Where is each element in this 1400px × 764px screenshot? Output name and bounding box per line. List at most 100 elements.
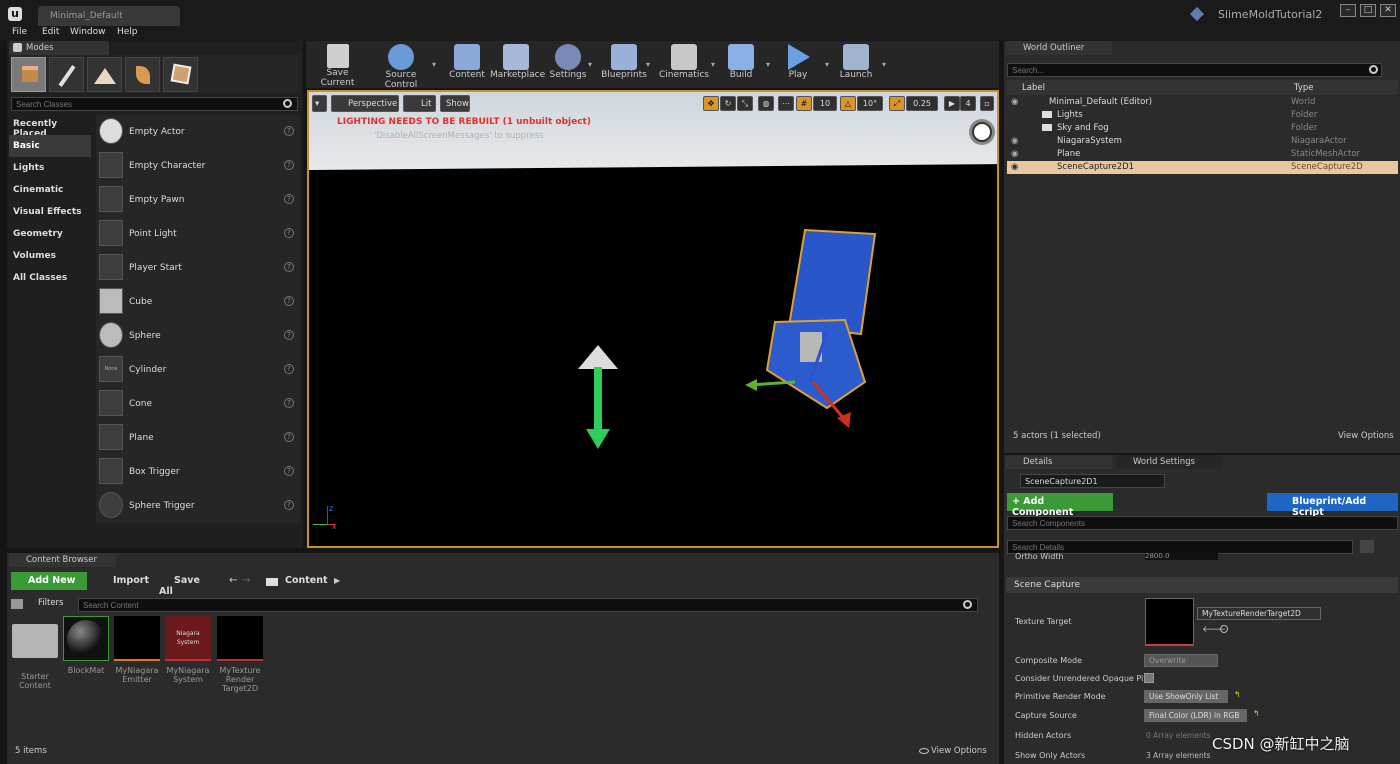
unreal-logo-icon[interactable]: u <box>8 7 22 21</box>
search-content-input[interactable] <box>78 598 978 612</box>
add-new-button[interactable]: Add New <box>11 572 87 590</box>
actor-cylinder[interactable]: None Cylinder? <box>96 353 300 387</box>
tab-world-settings[interactable]: World Settings <box>1116 455 1222 469</box>
category-basic[interactable]: Basic <box>9 135 91 157</box>
category-lights[interactable]: Lights <box>9 157 91 179</box>
save-all-button[interactable]: Save All <box>157 572 219 597</box>
eye-icon[interactable]: ◉ <box>1011 149 1018 159</box>
outliner-search-input[interactable] <box>1007 63 1382 77</box>
actor-empty-character[interactable]: Empty Character? <box>96 149 300 183</box>
actor-cube[interactable]: Cube? <box>96 285 300 319</box>
eye-icon[interactable]: ◉ <box>1011 162 1018 172</box>
category-all-classes[interactable]: All Classes <box>9 267 91 289</box>
help-icon[interactable]: ? <box>284 466 294 476</box>
help-icon[interactable]: ? <box>284 194 294 204</box>
filters-button[interactable]: Filters <box>32 598 74 608</box>
capture-source-dropdown[interactable]: Final Color (LDR) in RGB <box>1144 709 1247 722</box>
place-mode-button[interactable] <box>11 57 46 92</box>
help-icon[interactable]: ? <box>284 432 294 442</box>
content-view-options[interactable]: View Options <box>919 746 987 756</box>
menu-file[interactable]: File <box>12 27 27 37</box>
maximize-button[interactable]: □ <box>1360 4 1376 17</box>
actor-sphere-trigger[interactable]: Sphere Trigger? <box>96 489 300 523</box>
world-space-icon[interactable]: ◍ <box>758 96 774 111</box>
help-icon[interactable]: ? <box>284 364 294 374</box>
ortho-width-value[interactable]: 2800.0 <box>1145 552 1218 560</box>
magnifier-icon[interactable] <box>1220 625 1228 633</box>
composite-mode-dropdown[interactable]: Overwrite <box>1144 654 1218 667</box>
section-scene-capture[interactable]: Scene Capture <box>1006 577 1398 593</box>
actor-plane[interactable]: Plane? <box>96 421 300 455</box>
camera-speed-value[interactable]: 4 <box>960 96 976 111</box>
reset-arrow-icon[interactable]: ↰ <box>1253 709 1260 718</box>
actor-empty-actor[interactable]: Empty Actor? <box>96 115 300 149</box>
paint-mode-button[interactable] <box>49 57 84 92</box>
search-components-input[interactable] <box>1007 516 1398 530</box>
column-type[interactable]: Type <box>1294 83 1314 93</box>
actor-empty-pawn[interactable]: Empty Pawn? <box>96 183 300 217</box>
add-component-button[interactable]: + Add Component <box>1007 493 1113 518</box>
build-button[interactable]: Build <box>724 42 758 86</box>
category-cinematic[interactable]: Cinematic <box>9 179 91 201</box>
actor-name-field[interactable]: SceneCapture2D1 <box>1020 474 1165 488</box>
angle-snap-value[interactable]: 10° <box>857 96 883 111</box>
blueprints-dropdown[interactable]: ▾ <box>646 60 650 69</box>
tab-content-browser[interactable]: Content Browser <box>9 553 116 567</box>
asset-starter-content[interactable]: Starter Content <box>12 616 58 690</box>
menu-edit[interactable]: Edit <box>42 27 59 37</box>
actor-sphere[interactable]: Sphere? <box>96 319 300 353</box>
outliner-row[interactable]: ◉ NiagaraSystem NiagaraActor <box>1007 135 1398 148</box>
cinematics-button[interactable]: Cinematics <box>659 42 709 86</box>
outliner-row[interactable]: ◉ Plane StaticMeshActor <box>1007 148 1398 161</box>
translate-tool-icon[interactable]: ✥ <box>703 96 719 111</box>
help-icon[interactable]: ? <box>284 330 294 340</box>
play-button[interactable]: Play <box>780 42 816 86</box>
tab-modes[interactable]: Modes <box>9 41 109 55</box>
actor-player-start[interactable]: Player Start? <box>96 251 300 285</box>
grid-view-icon[interactable] <box>1360 540 1374 553</box>
build-dropdown[interactable]: ▾ <box>766 60 770 69</box>
grid-snap-icon[interactable]: # <box>796 96 812 111</box>
blueprint-add-script-button[interactable]: Blueprint/Add Script <box>1267 493 1398 518</box>
perspective-button[interactable]: Perspective <box>331 95 399 112</box>
help-icon[interactable]: ? <box>284 500 294 510</box>
outliner-row[interactable]: ◉ Minimal_Default (Editor) World <box>1007 96 1398 109</box>
column-label[interactable]: Label <box>1022 83 1045 93</box>
scale-snap-icon[interactable]: ⤢ <box>889 96 905 111</box>
tab-details[interactable]: Details <box>1006 455 1112 469</box>
marketplace-button[interactable]: Marketplace <box>490 42 545 86</box>
source-control-button[interactable]: Source Control <box>368 42 434 90</box>
camera-speed-icon[interactable]: ▶ <box>944 96 960 111</box>
asset-mytexture-render-target[interactable]: MyTexture Render Target2D <box>217 616 263 693</box>
close-button[interactable]: ✕ <box>1380 4 1396 17</box>
tab-world-outliner[interactable]: World Outliner <box>1006 41 1112 55</box>
consider-unrendered-checkbox[interactable] <box>1144 673 1154 683</box>
source-control-dropdown[interactable]: ▾ <box>432 60 436 69</box>
blueprints-button[interactable]: Blueprints <box>601 42 647 86</box>
help-icon[interactable]: ? <box>284 398 294 408</box>
import-button[interactable]: Import <box>96 572 149 590</box>
grid-size-value[interactable]: 10 <box>813 96 837 111</box>
asset-blockmat[interactable]: BlockMat <box>63 616 109 675</box>
texture-target-thumbnail[interactable] <box>1145 598 1194 646</box>
launch-dropdown[interactable]: ▾ <box>882 60 886 69</box>
category-recently-placed[interactable]: Recently Placed <box>9 113 91 139</box>
actor-cone[interactable]: Cone? <box>96 387 300 421</box>
breadcrumb-content[interactable]: Content <box>285 575 328 586</box>
actor-box-trigger[interactable]: Box Trigger? <box>96 455 300 489</box>
help-icon[interactable]: ? <box>284 262 294 272</box>
outliner-row[interactable]: Lights Folder <box>1007 109 1398 122</box>
play-dropdown[interactable]: ▾ <box>825 60 829 69</box>
cinematics-dropdown[interactable]: ▾ <box>711 60 715 69</box>
category-volumes[interactable]: Volumes <box>9 245 91 267</box>
maximize-viewport-icon[interactable]: ▫ <box>980 96 994 111</box>
viewport-menu-button[interactable]: ▾ <box>312 95 327 112</box>
level-tab[interactable]: Minimal_Default <box>38 6 180 26</box>
help-icon[interactable]: ? <box>284 228 294 238</box>
scale-tool-icon[interactable]: ⤡ <box>737 96 753 111</box>
launch-button[interactable]: Launch <box>836 42 876 86</box>
breadcrumb-arrow-icon[interactable]: ▶ <box>334 576 340 585</box>
geometry-mode-button[interactable] <box>163 57 198 92</box>
point-light-gizmo[interactable] <box>570 343 626 453</box>
foliage-mode-button[interactable] <box>125 57 160 92</box>
